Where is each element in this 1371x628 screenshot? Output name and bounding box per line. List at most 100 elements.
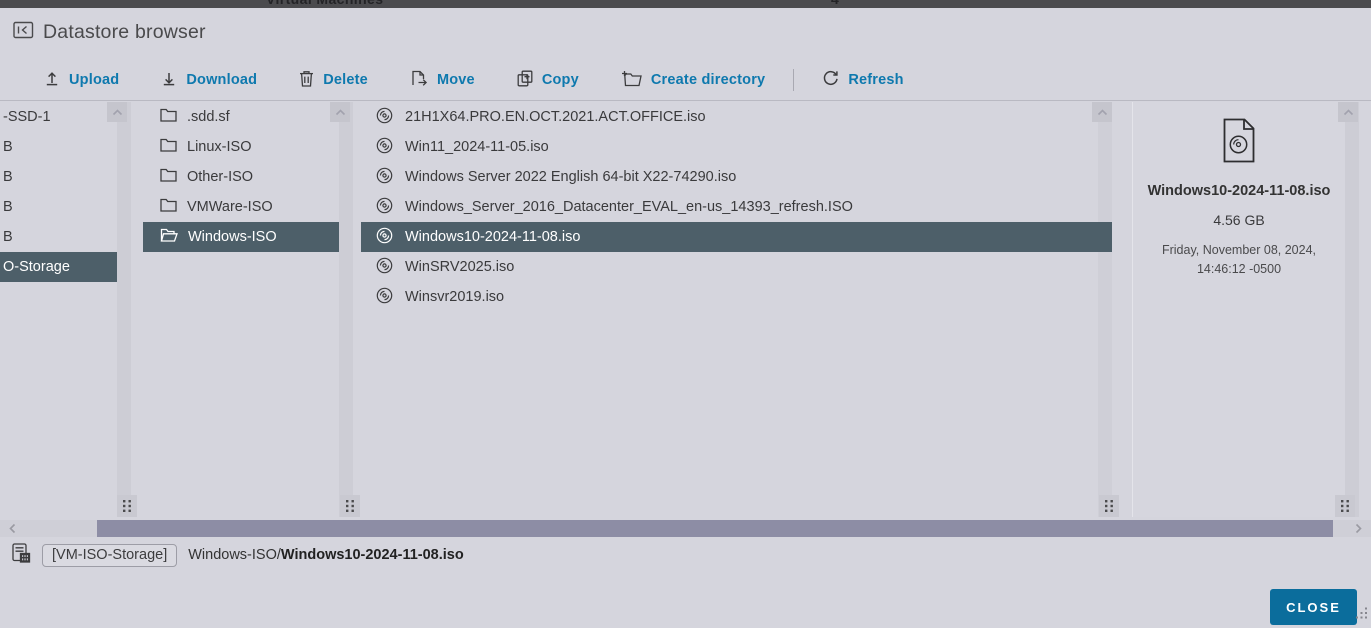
datastore-browser-dialog: Datastore browser Upload Download Delete… [0,8,1371,628]
datastore-row[interactable]: -SSD-1 [0,102,117,132]
datastore-row[interactable]: B [0,162,117,192]
datastores-scroll-up-icon[interactable] [107,102,127,122]
folders-scroll-up-icon[interactable] [330,102,350,122]
create-directory-icon [621,70,642,91]
download-button[interactable]: Download [161,70,257,90]
details-filename: Windows10-2024-11-08.iso [1148,183,1331,199]
close-button[interactable]: CLOSE [1270,589,1357,625]
datastore-icon [12,543,31,568]
file-row[interactable]: Win11_2024-11-05.iso [361,132,1112,162]
iso-disc-icon [376,137,393,158]
file-row[interactable]: WinSRV2025.iso [361,252,1112,282]
details-modified-date: Friday, November 08, 2024, 14:46:12 -050… [1162,241,1316,279]
datastore-label: B [3,229,13,245]
datastore-browser-icon [13,21,34,44]
toolbar-separator [793,69,794,91]
selected-file-path: Windows-ISO/Windows10-2024-11-08.iso [188,547,463,563]
datastore-row[interactable]: B [0,132,117,162]
folder-row-selected[interactable]: Windows-ISO [143,222,339,252]
delete-icon [299,70,314,91]
dialog-resize-grip-icon[interactable] [1354,605,1369,625]
scroll-right-icon[interactable] [1348,520,1368,537]
folder-icon [160,108,177,126]
dialog-title-row: Datastore browser [13,21,206,44]
files-column: 21H1X64.PRO.EN.OCT.2021.ACT.OFFICE.iso W… [361,102,1112,517]
file-row[interactable]: Winsvr2019.iso [361,282,1112,312]
files-scroll-up-icon[interactable] [1092,102,1112,122]
datastore-label: B [3,169,13,185]
download-label: Download [186,72,257,88]
iso-disc-icon [376,257,393,278]
files-column-resize-handle[interactable] [1099,495,1119,517]
move-button[interactable]: Move [410,70,475,91]
file-row[interactable]: Windows Server 2022 English 64-bit X22-7… [361,162,1112,192]
dialog-title: Datastore browser [43,21,206,44]
details-scroll-gutter[interactable] [1345,102,1359,517]
file-details-panel: Windows10-2024-11-08.iso 4.56 GB Friday,… [1132,102,1345,517]
background-tab-label: Virtual Machines [266,0,383,7]
background-tab-count: 4 [831,0,839,7]
horizontal-scrollbar-thumb[interactable] [97,520,1333,537]
toolbar: Upload Download Delete Move Copy Create … [0,60,1371,101]
delete-button[interactable]: Delete [299,70,368,91]
folders-scroll-gutter[interactable] [339,102,353,517]
file-row[interactable]: 21H1X64.PRO.EN.OCT.2021.ACT.OFFICE.iso [361,102,1112,132]
file-label: Windows10-2024-11-08.iso [405,229,580,245]
folder-row[interactable]: Linux-ISO [143,132,339,162]
download-icon [161,70,177,90]
iso-disc-icon [376,287,393,308]
folder-label: Other-ISO [187,169,253,185]
details-file-size: 4.56 GB [1213,212,1264,228]
folder-label: VMWare-ISO [187,199,273,215]
file-label: WinSRV2025.iso [405,259,514,275]
file-label: Win11_2024-11-05.iso [405,139,549,155]
path-folder: Windows-ISO/ [188,547,281,563]
iso-disc-icon [376,227,393,248]
datastores-column-resize-handle[interactable] [117,495,137,517]
datastore-chip: [VM-ISO-Storage] [42,544,177,567]
upload-label: Upload [69,72,119,88]
scroll-left-icon[interactable] [2,520,22,537]
folder-icon [160,198,177,216]
datastore-row-selected[interactable]: O-Storage [0,252,117,282]
upload-button[interactable]: Upload [44,70,119,90]
datastore-row[interactable]: B [0,192,117,222]
copy-icon [517,70,533,91]
file-label: Winsvr2019.iso [405,289,504,305]
iso-file-icon [1221,118,1257,168]
folders-column: .sdd.sf Linux-ISO Other-ISO VMWare-ISO W… [143,102,339,517]
file-row-selected[interactable]: Windows10-2024-11-08.iso [361,222,1112,252]
folder-label: .sdd.sf [187,109,230,125]
folder-icon [160,138,177,156]
file-label: 21H1X64.PRO.EN.OCT.2021.ACT.OFFICE.iso [405,109,706,125]
details-date-line2: 14:46:12 -0500 [1197,262,1281,276]
datastore-label: B [3,139,13,155]
upload-icon [44,70,60,90]
path-filename: Windows10-2024-11-08.iso [281,547,464,563]
datastores-scroll-gutter[interactable] [117,102,131,517]
iso-disc-icon [376,197,393,218]
copy-label: Copy [542,72,579,88]
folders-column-resize-handle[interactable] [340,495,360,517]
folder-icon [160,168,177,186]
datastore-row[interactable]: B [0,222,117,252]
move-icon [410,70,428,91]
refresh-icon [822,70,839,91]
folder-open-icon [160,228,178,246]
folder-row[interactable]: VMWare-ISO [143,192,339,222]
copy-button[interactable]: Copy [517,70,579,91]
details-column-resize-handle[interactable] [1335,495,1355,517]
horizontal-scrollbar[interactable] [0,520,1371,537]
folder-row[interactable]: .sdd.sf [143,102,339,132]
refresh-button[interactable]: Refresh [822,70,903,91]
status-bar: [VM-ISO-Storage] Windows-ISO/Windows10-2… [0,539,1371,571]
details-date-line1: Friday, November 08, 2024, [1162,243,1316,257]
create-directory-button[interactable]: Create directory [621,70,765,91]
datastore-label: B [3,199,13,215]
details-scroll-up-icon[interactable] [1338,102,1358,122]
background-page-strip: Virtual Machines 4 [0,0,1371,8]
folder-label: Windows-ISO [188,229,277,245]
file-row[interactable]: Windows_Server_2016_Datacenter_EVAL_en-u… [361,192,1112,222]
folder-row[interactable]: Other-ISO [143,162,339,192]
file-label: Windows_Server_2016_Datacenter_EVAL_en-u… [405,199,853,215]
